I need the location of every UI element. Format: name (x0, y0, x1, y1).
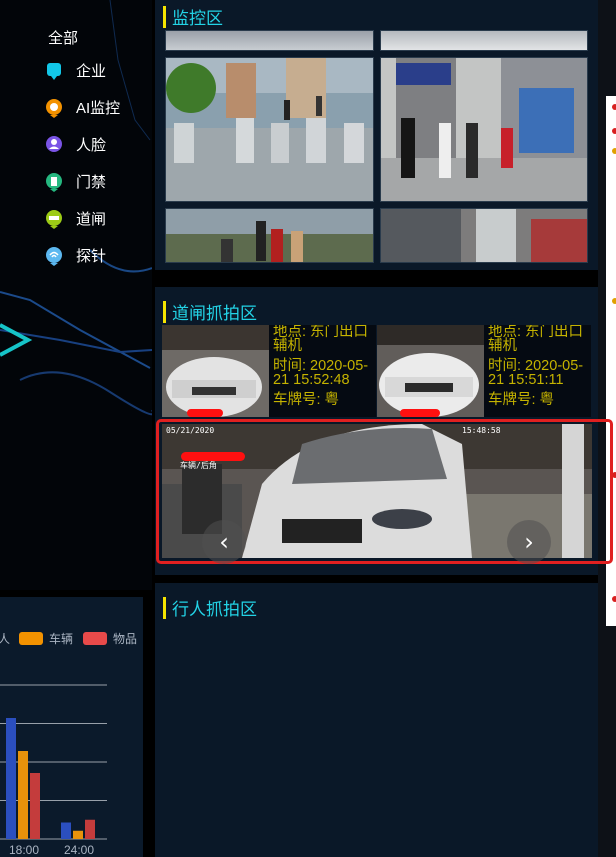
gate-snapshot-info: 地点: 东门出口辅机 时间: 2020-05-21 15:51:11 车牌号: … (488, 325, 591, 413)
monitor-title: 监控区 (163, 4, 223, 29)
filter-label: 企业 (76, 63, 107, 80)
camera-feed-turnstile[interactable] (165, 57, 374, 202)
gate-snapshot-card[interactable]: 地点: 东门出口辅机 时间: 2020-05-21 15:51:11 车牌号: … (377, 325, 591, 417)
title-accent (163, 596, 166, 619)
door-access-icon (46, 172, 62, 192)
filter-enterprise[interactable]: 企业 (44, 52, 120, 89)
filter-label: 人脸 (76, 137, 107, 154)
snapshot-plate: 车牌号: 粤 (273, 392, 340, 408)
chevron-right-icon: › (524, 528, 534, 556)
snapshot-location: 地点: 东门出口辅机 (488, 325, 584, 354)
chart-bar[interactable] (18, 751, 28, 839)
legend-label: 人 (0, 632, 11, 646)
camera-feed-crowd[interactable] (165, 208, 374, 263)
pedestrian-title-text: 行人抓拍区 (172, 600, 257, 619)
alert-dot (612, 128, 616, 134)
chart-bar[interactable] (61, 822, 71, 840)
bar-chart: 18:00 24:00 (0, 684, 107, 857)
filter-all-label: 全部 (48, 29, 79, 47)
filter-ai-monitor[interactable]: AI监控 (44, 89, 120, 126)
gate-snapshot-card[interactable]: 地点: 东门出口辅机 时间: 2020-05-21 15:52:48 车牌号: … (162, 325, 376, 417)
chart-tick-label: 18:00 (9, 843, 39, 857)
legend-item-item[interactable]: 物品 (83, 630, 137, 647)
filter-label: 门禁 (76, 174, 107, 191)
filter-barrier-gate[interactable]: 道闸 (44, 200, 120, 237)
gate-snapshot-info: 地点: 东门出口辅机 时间: 2020-05-21 15:52:48 车牌号: … (273, 325, 376, 413)
legend-item-person[interactable]: 人 (0, 630, 10, 647)
legend-label: 车辆 (49, 632, 74, 646)
snapshot-plate: 车牌号: 粤 (488, 392, 555, 408)
plate-redaction (187, 409, 223, 417)
probe-icon (46, 246, 62, 266)
filter-all[interactable]: 全部 (48, 22, 120, 52)
ai-monitor-icon (46, 98, 62, 118)
snapshot-time: 时间: 2020-05-21 15:51:11 (488, 358, 584, 388)
gate-title-text: 道闸抓拍区 (172, 304, 257, 323)
legend-item-vehicle[interactable]: 车辆 (19, 630, 73, 647)
chart-bar[interactable] (85, 819, 95, 839)
filter-label: AI监控 (76, 100, 121, 117)
warning-dot (612, 298, 616, 304)
camera-feed-street[interactable] (380, 57, 588, 202)
filter-list: 全部 企业 AI监控 人脸 门禁 道闸 探针 (44, 22, 120, 274)
chart-tick-label: 24:00 (64, 843, 94, 857)
monitor-title-text: 监控区 (172, 9, 223, 28)
camera-feed[interactable] (165, 30, 374, 51)
alert-dot (612, 104, 616, 110)
title-accent (163, 5, 166, 28)
gate-title: 道闸抓拍区 (163, 299, 257, 324)
enterprise-icon (47, 62, 61, 80)
legend-swatch (19, 632, 43, 645)
barrier-gate-icon (46, 209, 62, 229)
chevron-left-icon: ‹ (219, 528, 229, 556)
legend-label: 物品 (113, 632, 138, 646)
carousel-prev-button[interactable]: ‹ (202, 520, 246, 564)
filter-label: 探针 (76, 248, 107, 265)
vehicle-snapshot (162, 325, 269, 417)
title-accent (163, 300, 166, 323)
snapshot-time: 时间: 2020-05-21 15:52:48 (273, 358, 369, 388)
plate-redaction (400, 409, 440, 417)
filter-face[interactable]: 人脸 (44, 126, 120, 163)
legend-swatch (83, 632, 107, 645)
chart-bar[interactable] (6, 718, 16, 839)
filter-label: 道闸 (76, 211, 107, 228)
pedestrian-panel: 行人抓拍区 (155, 583, 598, 857)
alert-dot (612, 596, 616, 602)
chart-bar[interactable] (73, 830, 83, 839)
pedestrian-title: 行人抓拍区 (163, 595, 257, 620)
chart-bar[interactable] (30, 773, 40, 839)
face-icon (46, 135, 62, 152)
snapshot-location: 地点: 东门出口辅机 (273, 325, 369, 354)
carousel-next-button[interactable]: › (507, 520, 551, 564)
camera-feed[interactable] (380, 30, 588, 51)
filter-door-access[interactable]: 门禁 (44, 163, 120, 200)
warning-dot (612, 148, 616, 154)
filter-probe[interactable]: 探针 (44, 237, 120, 274)
vehicle-snapshot (377, 325, 484, 417)
camera-feed-alley[interactable] (380, 208, 588, 263)
